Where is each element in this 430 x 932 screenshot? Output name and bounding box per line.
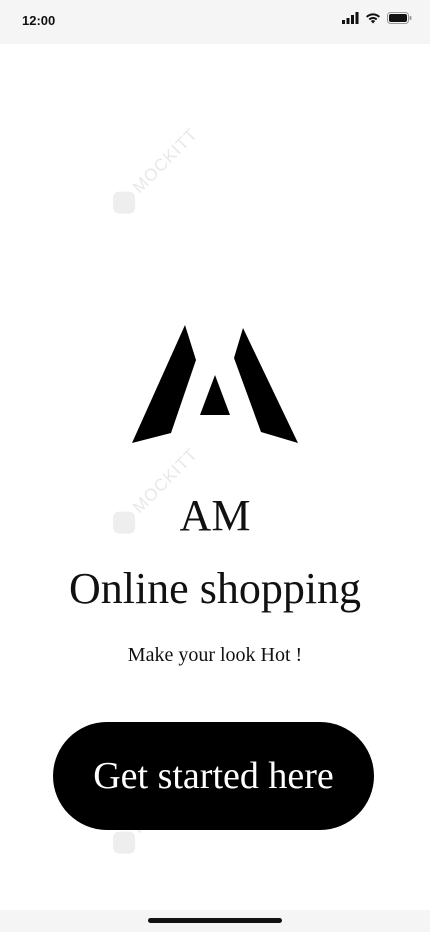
am-logo	[132, 325, 298, 443]
status-bar: 12:00	[0, 0, 430, 44]
page-subtitle: Online shopping	[68, 564, 362, 613]
get-started-button[interactable]: Get started here	[53, 722, 374, 830]
home-indicator[interactable]	[148, 918, 282, 923]
battery-icon	[387, 12, 412, 24]
watermark-badge-icon	[113, 831, 136, 854]
brand-title: AM	[179, 491, 251, 540]
tagline: Make your look Hot !	[127, 644, 303, 666]
status-time: 12:00	[22, 13, 56, 28]
watermark-badge-icon	[113, 191, 136, 214]
home-indicator-area	[0, 910, 430, 932]
status-icons	[342, 12, 412, 24]
signal-icon	[342, 12, 359, 24]
wifi-icon	[366, 13, 380, 24]
watermark: MOCKITT	[109, 124, 203, 218]
